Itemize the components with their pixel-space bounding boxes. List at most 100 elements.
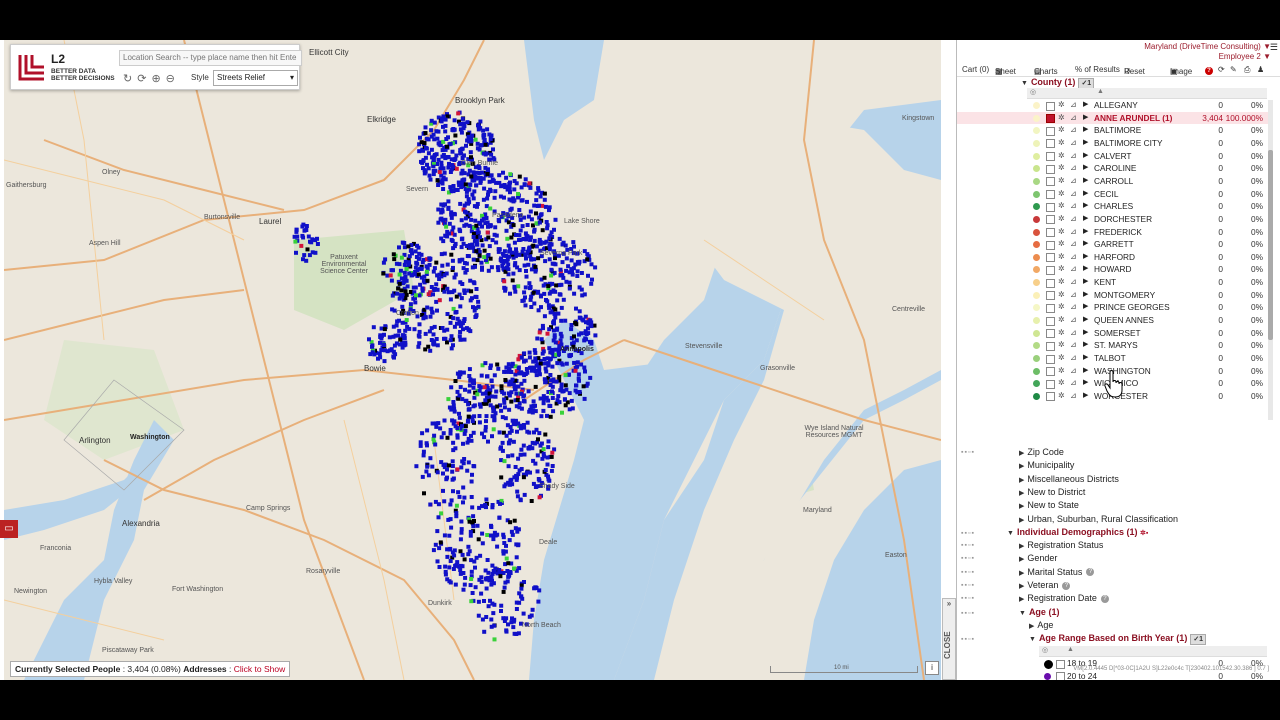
row-checkbox[interactable]	[1046, 354, 1055, 364]
chart-icon[interactable]: ⊿	[1070, 188, 1077, 201]
county-row[interactable]: ✲ ⊿ ▶ ANNE ARUNDEL (1) 3,404 100.000%	[957, 111, 1269, 125]
chart-icon[interactable]: ⊿	[1070, 251, 1077, 264]
settings-icon[interactable]: ✲	[1058, 112, 1065, 125]
chart-icon[interactable]: ⊿	[1070, 175, 1077, 188]
show-addresses-link[interactable]: Click to Show	[234, 664, 286, 674]
row-checkbox[interactable]	[1046, 278, 1055, 288]
chart-icon[interactable]: ⊿	[1070, 276, 1077, 289]
sort-asc-icon[interactable]: ▲	[1067, 646, 1074, 653]
row-checkbox[interactable]	[1046, 316, 1055, 326]
row-checkbox[interactable]	[1046, 152, 1055, 162]
chart-icon[interactable]: ⊿	[1070, 301, 1077, 314]
county-row[interactable]: ✲ ⊿ ▶ PRINCE GEORGES 0 0%	[957, 301, 1269, 314]
panel-scrollbar-thumb[interactable]	[1268, 150, 1273, 340]
county-row[interactable]: ✲ ⊿ ▶ CALVERT 0 0%	[957, 150, 1269, 163]
row-checkbox[interactable]	[1046, 164, 1055, 174]
county-row[interactable]: ✲ ⊿ ▶ SOMERSET 0 0%	[957, 327, 1269, 340]
county-row[interactable]: ✲ ⊿ ▶ BALTIMORE 0 0%	[957, 124, 1269, 137]
county-row[interactable]: ✲ ⊿ ▶ CHARLES 0 0%	[957, 200, 1269, 213]
row-checkbox[interactable]	[1046, 303, 1055, 313]
expand-icon[interactable]: ▶	[1083, 188, 1088, 201]
chart-icon[interactable]: ⊿	[1070, 112, 1077, 125]
settings-icon[interactable]: ✲	[1058, 339, 1065, 352]
expand-icon[interactable]: ▶	[1083, 390, 1088, 403]
county-row[interactable]: ✲ ⊿ ▶ KENT 0 0%	[957, 276, 1269, 289]
row-checkbox[interactable]	[1046, 202, 1055, 212]
age-range-header[interactable]: ▼ Age Range Based on Birth Year (1) ✓1	[1029, 632, 1207, 645]
chart-icon[interactable]: ⊿	[1070, 99, 1077, 112]
chart-icon[interactable]: ⊿	[1070, 289, 1077, 302]
feedback-icon[interactable]: ▭	[0, 520, 18, 538]
row-checkbox[interactable]	[1046, 392, 1055, 402]
settings-icon[interactable]: ✲	[1058, 226, 1065, 239]
expand-icon[interactable]: ▶	[1083, 289, 1088, 302]
expand-icon[interactable]: ▶	[1083, 301, 1088, 314]
row-checkbox[interactable]	[1056, 672, 1065, 680]
chart-icon[interactable]: ⊿	[1070, 339, 1077, 352]
map-info-button[interactable]: i	[925, 661, 939, 675]
chart-icon[interactable]: ⊿	[1070, 365, 1077, 378]
zoom-in-icon[interactable]: ⊕	[151, 73, 160, 85]
chart-icon[interactable]: ⊿	[1070, 238, 1077, 251]
row-checkbox[interactable]	[1046, 139, 1055, 149]
county-row[interactable]: ✲ ⊿ ▶ HARFORD 0 0%	[957, 251, 1269, 264]
settings-icon[interactable]: ✲	[1058, 327, 1065, 340]
county-row[interactable]: ✲ ⊿ ▶ TALBOT 0 0%	[957, 352, 1269, 365]
help-icon[interactable]: ?	[1100, 594, 1109, 603]
expand-icon[interactable]: ▶	[1083, 365, 1088, 378]
chart-icon[interactable]: ⊿	[1070, 352, 1077, 365]
county-row[interactable]: ✲ ⊿ ▶ CECIL 0 0%	[957, 188, 1269, 201]
expand-icon[interactable]: ▶	[1083, 99, 1088, 112]
expand-icon[interactable]: ▶	[1083, 150, 1088, 163]
location-search-input[interactable]	[119, 50, 302, 66]
settings-icon[interactable]: ✲	[1058, 263, 1065, 276]
chart-icon[interactable]: ⊿	[1070, 226, 1077, 239]
settings-icon[interactable]: ✲	[1058, 352, 1065, 365]
expand-icon[interactable]: ▶	[1083, 112, 1088, 125]
refresh-icon[interactable]: ↻	[123, 73, 132, 85]
percent-results-button[interactable]: % of Results	[1075, 65, 1120, 74]
refresh-icon[interactable]: ⟳	[1218, 65, 1225, 74]
row-checkbox[interactable]	[1046, 101, 1055, 111]
style-select[interactable]: Streets Relief	[213, 70, 298, 86]
settings-icon[interactable]: ✲	[1058, 99, 1065, 112]
county-row[interactable]: ✲ ⊿ ▶ HOWARD 0 0%	[957, 263, 1269, 276]
expand-icon[interactable]: ▶	[1083, 263, 1088, 276]
geo-filter-item[interactable]: ▶ Urban, Suburban, Rural Classification	[1019, 513, 1178, 525]
row-checkbox[interactable]	[1046, 114, 1055, 124]
expand-icon[interactable]: ▶	[1083, 226, 1088, 239]
chart-icon[interactable]: ⊿	[1070, 137, 1077, 150]
county-header[interactable]: ▼ County (1) ✓1	[1021, 77, 1095, 89]
row-checkbox[interactable]	[1046, 240, 1055, 250]
settings-icon[interactable]: ✲	[1058, 162, 1065, 175]
row-checkbox[interactable]	[1046, 291, 1055, 301]
settings-icon[interactable]: ✲	[1058, 390, 1065, 403]
expand-icon[interactable]: ▶	[1083, 352, 1088, 365]
menu-icon[interactable]: ☰	[1270, 42, 1278, 53]
settings-icon[interactable]: ✲	[1058, 314, 1065, 327]
county-row[interactable]: ✲ ⊿ ▶ GARRETT 0 0%	[957, 238, 1269, 251]
age-subitem[interactable]: ▶ Age	[1029, 619, 1053, 631]
geo-filter-item[interactable]: ▶ Miscellaneous Districts	[1019, 473, 1119, 485]
settings-icon[interactable]: ✲	[1058, 188, 1065, 201]
geo-filter-item[interactable]: ▶ New to District	[1019, 486, 1085, 498]
age-header[interactable]: ▼ Age (1)	[1019, 606, 1059, 618]
county-row[interactable]: ✲ ⊿ ▶ ALLEGANY 0 0%	[957, 99, 1269, 112]
county-row[interactable]: ✲ ⊿ ▶ CARROLL 0 0%	[957, 175, 1269, 188]
cart-button[interactable]: Cart (0)	[962, 65, 989, 74]
settings-icon[interactable]: ✲	[1058, 251, 1065, 264]
demographic-filter-item[interactable]: ▶ Registration Date?	[1019, 592, 1109, 604]
row-checkbox[interactable]	[1046, 253, 1055, 263]
row-checkbox[interactable]	[1046, 265, 1055, 275]
chart-icon[interactable]: ⊿	[1070, 263, 1077, 276]
expand-icon[interactable]: ▶	[1083, 200, 1088, 213]
pin-icon[interactable]: ✎	[1230, 65, 1237, 74]
chart-icon[interactable]: ⊿	[1070, 162, 1077, 175]
expand-icon[interactable]: ▶	[1083, 124, 1088, 137]
demographic-filter-item[interactable]: ▶ Marital Status?	[1019, 566, 1095, 578]
help-icon[interactable]: ?	[1062, 581, 1071, 590]
geo-filter-item[interactable]: ▶ Municipality	[1019, 459, 1074, 471]
row-checkbox[interactable]	[1046, 126, 1055, 136]
user-name-row[interactable]: Employee 2 ▼	[1144, 52, 1271, 62]
row-checkbox[interactable]	[1046, 215, 1055, 225]
